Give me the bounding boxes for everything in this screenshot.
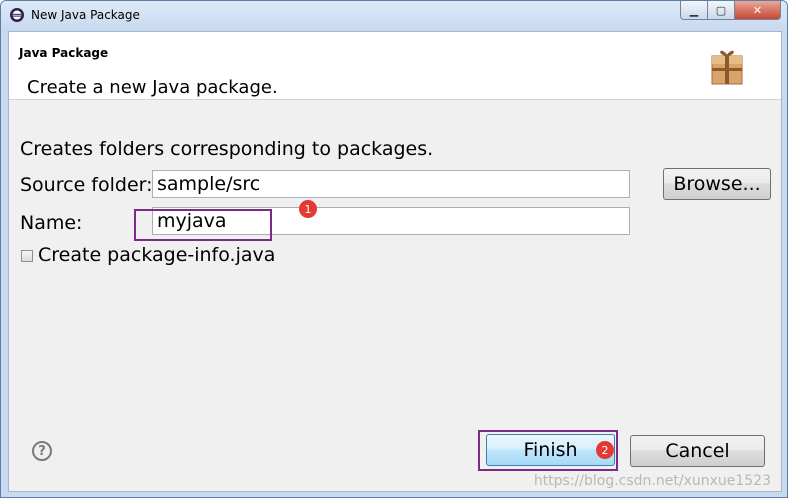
help-icon[interactable]: ? <box>32 441 52 461</box>
minimize-button[interactable]: ▁ <box>680 1 708 20</box>
package-icon <box>711 50 743 85</box>
window-title: New Java Package <box>31 8 140 22</box>
create-package-info-label: Create package-info.java <box>38 244 276 266</box>
page-title: Java Package <box>19 46 109 60</box>
minimize-icon: ▁ <box>689 3 699 17</box>
wizard-header: Java Package Create a new Java package. <box>9 32 781 100</box>
form-intro: Creates folders corresponding to package… <box>20 138 434 160</box>
maximize-icon: ▢ <box>715 3 727 17</box>
annotation-badge-1: 1 <box>299 200 317 218</box>
eclipse-app-icon <box>10 8 24 22</box>
name-label: Name: <box>20 212 83 234</box>
close-icon: ✕ <box>752 3 763 17</box>
annotation-badge-2: 2 <box>596 441 614 459</box>
cancel-button[interactable]: Cancel <box>630 435 765 467</box>
create-package-info-checkbox[interactable] <box>21 250 33 262</box>
window-controls: ▁ ▢ ✕ <box>680 1 781 21</box>
close-button[interactable]: ✕ <box>735 1 781 20</box>
dialog-client-area: Java Package Create a new Java package. … <box>8 31 782 492</box>
browse-button[interactable]: Browse... <box>663 168 771 200</box>
source-folder-label: Source folder: <box>20 174 153 196</box>
dialog-window: New Java Package ▁ ▢ ✕ Java Package Crea… <box>0 0 788 498</box>
watermark-text: https://blog.csdn.net/xunxue1523 <box>533 473 771 489</box>
page-description: Create a new Java package. <box>27 77 278 98</box>
source-folder-field[interactable]: sample/src <box>152 170 630 198</box>
name-highlight-box <box>134 209 272 241</box>
title-bar[interactable]: New Java Package ▁ ▢ ✕ <box>1 1 787 31</box>
maximize-button[interactable]: ▢ <box>708 1 735 20</box>
